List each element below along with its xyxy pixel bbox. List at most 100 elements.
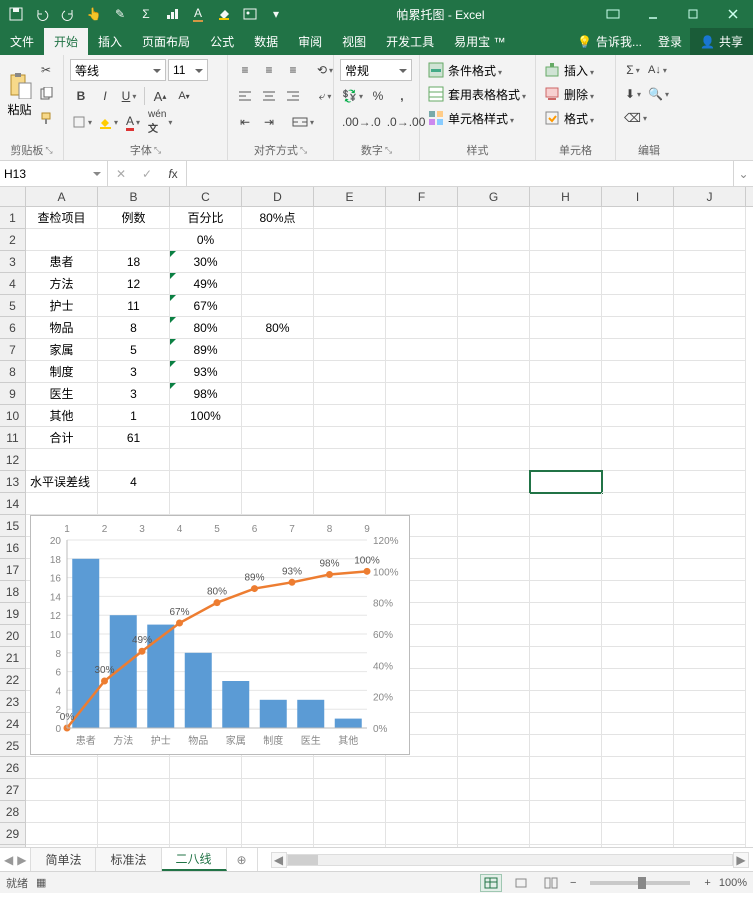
cell-B3[interactable]: 18 (98, 251, 170, 273)
cond-format-button[interactable]: 条件格式 (426, 59, 504, 81)
row-header-14[interactable]: 14 (0, 493, 25, 515)
cell-G14[interactable] (458, 493, 530, 515)
cell-H22[interactable] (530, 669, 602, 691)
bold-button[interactable]: B (70, 85, 92, 107)
column-headers[interactable]: ABCDEFGHIJ (26, 187, 753, 207)
row-header-1[interactable]: 1 (0, 207, 25, 229)
copy-button[interactable] (35, 83, 57, 105)
cell-H2[interactable] (530, 229, 602, 251)
cell-E26[interactable] (314, 757, 386, 779)
cell-J9[interactable] (674, 383, 746, 405)
page-layout-view-button[interactable] (510, 874, 532, 892)
font-size-select[interactable]: 11 (168, 59, 208, 81)
row-header-26[interactable]: 26 (0, 757, 25, 779)
number-format-select[interactable]: 常规 (340, 59, 412, 81)
col-header-C[interactable]: C (170, 187, 242, 206)
row-header-17[interactable]: 17 (0, 559, 25, 581)
cell-G21[interactable] (458, 647, 530, 669)
cell-H27[interactable] (530, 779, 602, 801)
cell-B6[interactable]: 8 (98, 317, 170, 339)
cell-A26[interactable] (26, 757, 98, 779)
redo-icon[interactable] (56, 2, 80, 26)
cell-A8[interactable]: 制度 (26, 361, 98, 383)
formatpainter-button[interactable] (35, 107, 57, 129)
row-header-27[interactable]: 27 (0, 779, 25, 801)
row-header-3[interactable]: 3 (0, 251, 25, 273)
sheet-nav[interactable]: ◀▶ (0, 848, 31, 871)
cell-G3[interactable] (458, 251, 530, 273)
cell-C28[interactable] (170, 801, 242, 823)
cell-H7[interactable] (530, 339, 602, 361)
underline-button[interactable]: U (118, 85, 140, 107)
cell-G1[interactable] (458, 207, 530, 229)
col-header-J[interactable]: J (674, 187, 746, 206)
row-header-25[interactable]: 25 (0, 735, 25, 757)
zoom-in-button[interactable]: + (704, 877, 710, 889)
cell-B8[interactable]: 3 (98, 361, 170, 383)
cell-D7[interactable] (242, 339, 314, 361)
cell-J14[interactable] (674, 493, 746, 515)
cancel-formula-button[interactable]: ✕ (108, 167, 134, 181)
table-format-button[interactable]: 套用表格格式 (426, 83, 528, 105)
orientation-button[interactable]: ⟲ (314, 59, 336, 81)
cell-B9[interactable]: 3 (98, 383, 170, 405)
cell-G10[interactable] (458, 405, 530, 427)
cell-E10[interactable] (314, 405, 386, 427)
cell-I3[interactable] (602, 251, 674, 273)
spreadsheet-grid[interactable]: ABCDEFGHIJ 12345678910111213141516171819… (0, 187, 753, 847)
col-header-B[interactable]: B (98, 187, 170, 206)
cell-B13[interactable]: 4 (98, 471, 170, 493)
cell-C7[interactable]: 89% (170, 339, 242, 361)
row-header-11[interactable]: 11 (0, 427, 25, 449)
cell-C10[interactable]: 100% (170, 405, 242, 427)
font-name-select[interactable]: 等线 (70, 59, 166, 81)
cell-A14[interactable] (26, 493, 98, 515)
cell-C26[interactable] (170, 757, 242, 779)
align-middle-button[interactable]: ≡ (258, 59, 280, 81)
cell-F9[interactable] (386, 383, 458, 405)
cell-D13[interactable] (242, 471, 314, 493)
cell-I18[interactable] (602, 581, 674, 603)
cell-I10[interactable] (602, 405, 674, 427)
cell-C30[interactable] (170, 845, 242, 847)
col-header-D[interactable]: D (242, 187, 314, 206)
cell-A4[interactable]: 方法 (26, 273, 98, 295)
cell-A7[interactable]: 家属 (26, 339, 98, 361)
cell-H11[interactable] (530, 427, 602, 449)
cell-A9[interactable]: 医生 (26, 383, 98, 405)
cell-A28[interactable] (26, 801, 98, 823)
sheet-tab-标准法[interactable]: 标准法 (96, 848, 161, 871)
cell-B2[interactable] (98, 229, 170, 251)
cell-J5[interactable] (674, 295, 746, 317)
cell-I11[interactable] (602, 427, 674, 449)
cell-G28[interactable] (458, 801, 530, 823)
cell-I7[interactable] (602, 339, 674, 361)
cell-J21[interactable] (674, 647, 746, 669)
cell-D12[interactable] (242, 449, 314, 471)
cell-H18[interactable] (530, 581, 602, 603)
cell-G26[interactable] (458, 757, 530, 779)
row-header-18[interactable]: 18 (0, 581, 25, 603)
cell-A27[interactable] (26, 779, 98, 801)
cell-E14[interactable] (314, 493, 386, 515)
cell-E11[interactable] (314, 427, 386, 449)
cell-B11[interactable]: 61 (98, 427, 170, 449)
cell-G25[interactable] (458, 735, 530, 757)
cell-I21[interactable] (602, 647, 674, 669)
cell-I24[interactable] (602, 713, 674, 735)
chart-icon[interactable] (160, 2, 184, 26)
ribbon-display-icon[interactable] (593, 0, 633, 28)
row-header-15[interactable]: 15 (0, 515, 25, 537)
cell-H19[interactable] (530, 603, 602, 625)
currency-button[interactable]: 💱 (340, 85, 365, 107)
hscroll-left[interactable]: ◀ (271, 852, 287, 868)
fontcolor-button[interactable]: A (122, 111, 144, 133)
cell-I6[interactable] (602, 317, 674, 339)
paste-button[interactable]: 粘贴 (6, 71, 33, 118)
cell-B1[interactable]: 例数 (98, 207, 170, 229)
close-icon[interactable] (713, 0, 753, 28)
row-header-19[interactable]: 19 (0, 603, 25, 625)
cut-button[interactable]: ✂ (35, 59, 57, 81)
inc-decimal-button[interactable]: .00→.0 (340, 111, 383, 133)
cell-I22[interactable] (602, 669, 674, 691)
